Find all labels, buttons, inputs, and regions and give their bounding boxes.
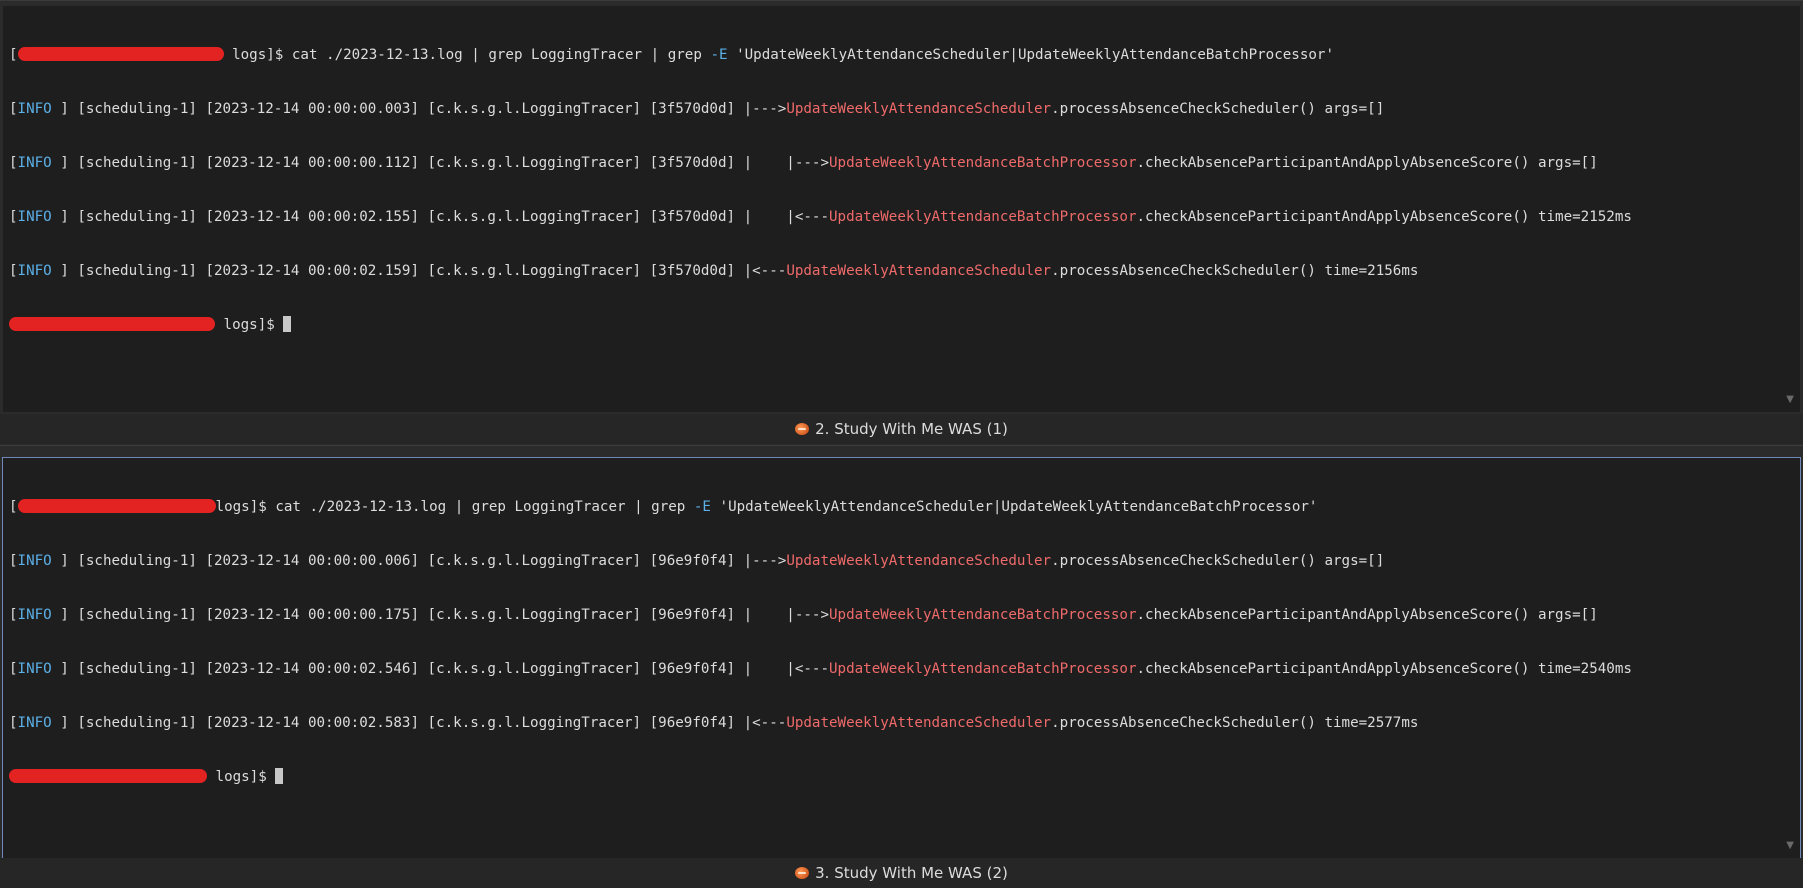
pane-tab-label: 3. Study With Me WAS (2) (815, 864, 1008, 882)
log-context: [scheduling-1] [2023-12-14 00:00:02.155]… (68, 209, 830, 225)
log-line: [INFO ] [scheduling-1] [2023-12-14 00:00… (9, 101, 1385, 117)
log-class: UpdateWeeklyAttendanceBatchProcessor (829, 209, 1137, 225)
terminal-window: [ logs]$ cat ./2023-12-13.log | grep Log… (0, 0, 1803, 888)
log-level: INFO (17, 263, 61, 279)
log-message: .processAbsenceCheckScheduler() args=[] (1051, 553, 1385, 569)
pane-tab-2[interactable]: 3. Study With Me WAS (2) (0, 858, 1803, 888)
prompt-line[interactable]: logs]$ (9, 316, 1776, 334)
log-context: [scheduling-1] [2023-12-14 00:00:02.583]… (68, 715, 787, 731)
terminal-output-2[interactable]: [ logs]$ cat ./2023-12-13.log | grep Logg… (9, 462, 1776, 822)
log-class: UpdateWeeklyAttendanceScheduler (786, 553, 1052, 569)
redacted-hostname (9, 769, 207, 783)
prompt-suffix: logs]$ (207, 769, 276, 785)
log-line: [INFO ] [scheduling-1] [2023-12-14 00:00… (9, 263, 1419, 279)
log-level: INFO (17, 101, 61, 117)
command-pattern: 'UpdateWeeklyAttendanceScheduler|UpdateW… (727, 47, 1334, 63)
command-flag: -E (693, 499, 711, 515)
log-context: [scheduling-1] [2023-12-14 00:00:02.546]… (68, 661, 830, 677)
log-context: [scheduling-1] [2023-12-14 00:00:00.112]… (68, 155, 830, 171)
log-level: INFO (17, 715, 61, 731)
scroll-down-arrow-icon[interactable]: ▼ (1786, 840, 1794, 851)
prompt-suffix: logs]$ (215, 317, 284, 333)
log-class: UpdateWeeklyAttendanceScheduler (786, 101, 1052, 117)
prompt-suffix: logs]$ (223, 47, 292, 63)
log-context: [scheduling-1] [2023-12-14 00:00:00.006]… (68, 553, 787, 569)
log-line: [INFO ] [scheduling-1] [2023-12-14 00:00… (9, 661, 1632, 677)
redacted-hostname (17, 499, 216, 513)
log-level: INFO (17, 155, 61, 171)
log-message: .checkAbsenceParticipantAndApplyAbsenceS… (1136, 607, 1598, 623)
planet-icon (795, 867, 810, 879)
log-message: .processAbsenceCheckScheduler() time=257… (1051, 715, 1419, 731)
scroll-down-arrow-icon[interactable]: ▼ (1786, 394, 1794, 405)
pane-divider[interactable] (0, 445, 1803, 455)
log-class: UpdateWeeklyAttendanceBatchProcessor (829, 155, 1137, 171)
log-line: [INFO ] [scheduling-1] [2023-12-14 00:00… (9, 155, 1598, 171)
log-level: INFO (17, 209, 61, 225)
command-text: cat ./2023-12-13.log | grep LoggingTrace… (275, 499, 694, 515)
log-context: [scheduling-1] [2023-12-14 00:00:00.003]… (68, 101, 787, 117)
log-class: UpdateWeeklyAttendanceScheduler (786, 715, 1052, 731)
terminal-pane-2[interactable]: [ logs]$ cat ./2023-12-13.log | grep Logg… (2, 457, 1801, 859)
text-cursor (283, 316, 292, 332)
prompt-open-bracket: [ (9, 499, 18, 515)
log-message: .checkAbsenceParticipantAndApplyAbsenceS… (1136, 155, 1598, 171)
planet-icon (795, 423, 810, 435)
redacted-hostname (9, 317, 215, 331)
log-class: UpdateWeeklyAttendanceBatchProcessor (829, 607, 1137, 623)
pane-tab-label: 2. Study With Me WAS (1) (815, 420, 1008, 438)
command-text: cat ./2023-12-13.log | grep LoggingTrace… (291, 47, 711, 63)
log-message: .processAbsenceCheckScheduler() time=215… (1051, 263, 1419, 279)
pane-tab-1[interactable]: 2. Study With Me WAS (1) (0, 414, 1803, 444)
log-message: .processAbsenceCheckScheduler() args=[] (1051, 101, 1385, 117)
log-line: [INFO ] [scheduling-1] [2023-12-14 00:00… (9, 607, 1598, 623)
log-level: INFO (17, 607, 61, 623)
log-level: INFO (17, 661, 61, 677)
log-level: INFO (17, 553, 61, 569)
text-cursor (275, 768, 284, 784)
log-class: UpdateWeeklyAttendanceBatchProcessor (829, 661, 1137, 677)
log-line: [INFO ] [scheduling-1] [2023-12-14 00:00… (9, 715, 1419, 731)
command-flag: -E (710, 47, 728, 63)
log-line: [INFO ] [scheduling-1] [2023-12-14 00:00… (9, 209, 1632, 225)
log-message: .checkAbsenceParticipantAndApplyAbsenceS… (1136, 209, 1632, 225)
command-line: [ logs]$ cat ./2023-12-13.log | grep Logg… (9, 498, 1776, 516)
prompt-open-bracket: [ (9, 47, 18, 63)
log-class: UpdateWeeklyAttendanceScheduler (786, 263, 1052, 279)
terminal-pane-1[interactable]: [ logs]$ cat ./2023-12-13.log | grep Log… (2, 5, 1801, 413)
prompt-suffix: logs]$ (215, 499, 276, 515)
command-line: [ logs]$ cat ./2023-12-13.log | grep Log… (9, 46, 1776, 64)
terminal-output-1[interactable]: [ logs]$ cat ./2023-12-13.log | grep Log… (9, 10, 1776, 370)
command-pattern: 'UpdateWeeklyAttendanceScheduler|UpdateW… (710, 499, 1318, 515)
log-line: [INFO ] [scheduling-1] [2023-12-14 00:00… (9, 553, 1385, 569)
log-context: [scheduling-1] [2023-12-14 00:00:02.159]… (68, 263, 787, 279)
prompt-line[interactable]: logs]$ (9, 768, 1776, 786)
redacted-hostname (17, 47, 224, 61)
log-context: [scheduling-1] [2023-12-14 00:00:00.175]… (68, 607, 830, 623)
log-message: .checkAbsenceParticipantAndApplyAbsenceS… (1136, 661, 1632, 677)
